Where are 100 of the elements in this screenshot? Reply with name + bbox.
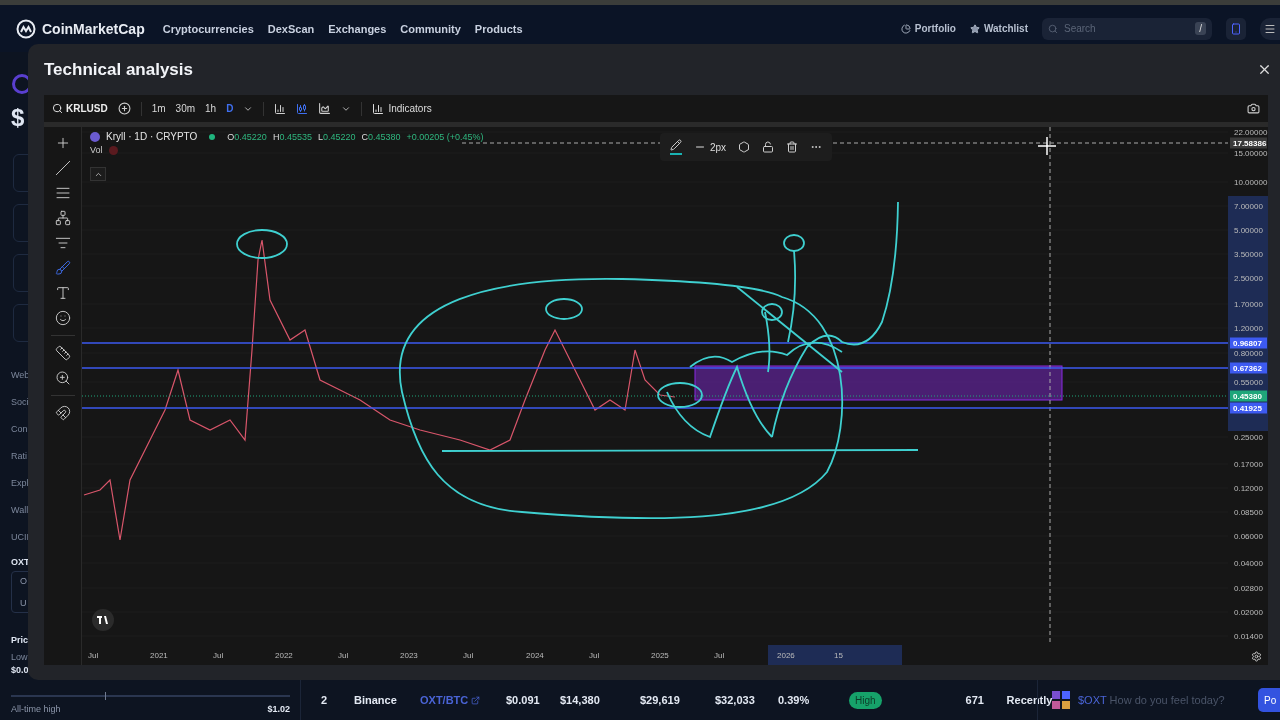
- magnet-icon[interactable]: [54, 405, 71, 421]
- ath-label: All-time high: [11, 704, 61, 714]
- table-cell-text: $32,033: [715, 694, 756, 706]
- nav-link[interactable]: Cryptocurrencies: [162, 22, 254, 35]
- ohlc-key: C: [361, 131, 368, 142]
- unlock-icon[interactable]: [762, 141, 775, 153]
- y-axis-label: 0.02800: [1234, 584, 1263, 593]
- portfolio-link[interactable]: Portfolio: [900, 23, 956, 34]
- ohlc-key: H: [272, 131, 280, 142]
- camera-icon[interactable]: [1247, 102, 1260, 115]
- y-axis-label: 0.04000: [1234, 559, 1263, 568]
- tradingview-logo-icon: [92, 609, 114, 631]
- warning-icon: [108, 145, 118, 155]
- bar-chart-icon[interactable]: [274, 102, 287, 115]
- indicators-button[interactable]: Indicators: [372, 102, 432, 115]
- nav-link[interactable]: Products: [474, 22, 523, 35]
- x-axis-label: 2023: [400, 651, 418, 660]
- ohlc-value: 0.45220: [322, 131, 356, 142]
- line-width-button[interactable]: 2px: [694, 141, 727, 153]
- x-axis-label: Jul: [213, 651, 224, 660]
- interval-tab[interactable]: 1m: [151, 103, 166, 114]
- interval-tab[interactable]: 1h: [205, 103, 217, 114]
- x-axis-label: 15: [834, 651, 843, 660]
- table-cell-text: 671: [965, 694, 985, 706]
- symbol-title: Kryll · 1D · CRYPTO: [106, 131, 198, 142]
- pencil-icon[interactable]: [670, 139, 682, 155]
- phone-icon: [1230, 22, 1242, 35]
- y-axis-label: 7.00000: [1234, 202, 1263, 211]
- range-marker: [105, 692, 106, 700]
- lines-icon[interactable]: [54, 185, 71, 201]
- text-icon[interactable]: [54, 285, 71, 301]
- info-label: Expl: [11, 477, 29, 490]
- post-prompt[interactable]: $OXT How do you feel today?: [1078, 694, 1225, 706]
- price-tag: 0.67362: [1230, 362, 1267, 374]
- collapse-button[interactable]: [90, 167, 106, 181]
- pattern-icon[interactable]: [54, 210, 71, 226]
- pair-link[interactable]: OXT/BTC: [420, 694, 506, 706]
- y-axis-label: 0.12000: [1234, 484, 1263, 493]
- compare-button[interactable]: [117, 102, 131, 115]
- y-axis-label: 2.50000: [1234, 274, 1263, 283]
- post-button[interactable]: Po: [1258, 688, 1280, 712]
- price-tag: 0.41925: [1230, 402, 1267, 414]
- info-label: Con: [11, 423, 28, 436]
- price-sign: $: [11, 104, 25, 132]
- section-heading: Pric: [11, 635, 28, 645]
- y-axis-label: 15.00000: [1234, 149, 1268, 158]
- interval-tab[interactable]: 30m: [175, 103, 196, 114]
- search-field[interactable]: Search: [1062, 22, 1192, 35]
- levels-icon[interactable]: [54, 235, 71, 251]
- menu-icon: [1264, 22, 1276, 35]
- crosshair-icon: [1037, 136, 1057, 156]
- close-button[interactable]: [1257, 62, 1272, 77]
- trash-icon[interactable]: [786, 141, 799, 153]
- interval-tab[interactable]: D: [226, 103, 234, 114]
- ohlc-value: 0.45220: [234, 131, 267, 142]
- brand-logo[interactable]: CoinMarketCap: [16, 18, 145, 39]
- confidence-badge: High: [849, 691, 882, 709]
- mobile-button[interactable]: [1226, 17, 1246, 40]
- x-axis-label: 2024: [526, 651, 544, 660]
- watchlist-link[interactable]: Watchlist: [969, 23, 1028, 34]
- info-label: Soci: [11, 396, 29, 409]
- menu-button[interactable]: [1260, 17, 1280, 40]
- y-axis-label: 1.20000: [1234, 324, 1263, 333]
- coin-icon: [90, 131, 100, 142]
- table-cell-text: $0.091: [506, 694, 541, 706]
- volume-label: Vol: [90, 145, 103, 155]
- area-chart-icon[interactable]: [318, 102, 332, 115]
- x-axis-label: 2022: [275, 651, 293, 660]
- y-axis-label: 0.02000: [1234, 608, 1263, 617]
- y-axis-label: 10.00000: [1234, 178, 1268, 187]
- x-axis-label: Jul: [463, 651, 474, 660]
- table-cell-text: $29,619: [640, 694, 681, 706]
- ath-value: $1.02: [267, 704, 290, 714]
- info-label: Wall: [11, 504, 29, 517]
- ruler-icon[interactable]: [54, 345, 71, 361]
- status-dot: [209, 133, 216, 140]
- x-axis-label: Jul: [714, 651, 725, 660]
- smile-icon[interactable]: [54, 310, 71, 326]
- nav-link[interactable]: Exchanges: [328, 22, 387, 35]
- price-tag: 17.58386: [1230, 137, 1267, 149]
- candlestick-icon[interactable]: [296, 102, 309, 115]
- nav-link[interactable]: DexScan: [267, 22, 315, 35]
- x-axis-label: 2025: [651, 651, 669, 660]
- brush-icon[interactable]: [54, 260, 71, 276]
- info-label: UCII: [11, 531, 29, 544]
- line-tool-icon[interactable]: [54, 160, 71, 176]
- search-bar[interactable]: Search /: [1042, 17, 1212, 40]
- x-axis-label: Jul: [589, 651, 600, 660]
- converter-label: U: [20, 598, 27, 608]
- x-axis-label: Jul: [88, 651, 99, 660]
- table-cell-text: $14,380: [560, 694, 601, 706]
- symbol-search[interactable]: KRLUSD: [52, 103, 108, 114]
- zoom-in-icon[interactable]: [54, 370, 71, 386]
- pie-chart-icon: [900, 23, 911, 34]
- exchange-name: Binance: [354, 694, 398, 706]
- table-cell-text: Recently: [1006, 694, 1054, 706]
- y-axis-label: 0.08500: [1234, 508, 1263, 517]
- converter-label: O: [20, 576, 27, 586]
- nav-link[interactable]: Community: [400, 22, 461, 35]
- search-icon: [52, 103, 63, 114]
